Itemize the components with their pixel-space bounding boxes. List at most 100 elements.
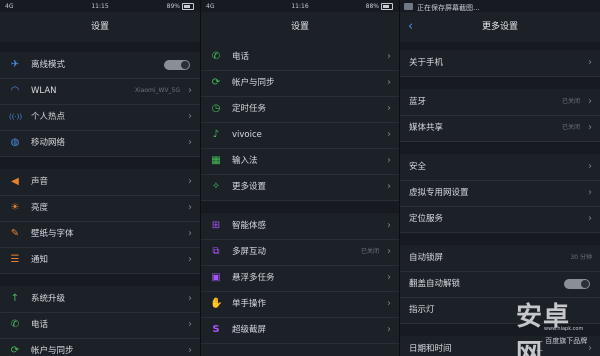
settings-item-phone[interactable]: ✆ 电话 › [201,44,399,71]
settings-item-scheduled-tasks[interactable]: ◷ 定时任务 › [201,96,399,123]
chevron-right-icon: › [387,103,391,114]
item-label: 电话 [31,320,49,330]
chevron-right-icon: › [188,85,192,96]
item-label: 亮度 [31,203,49,213]
settings-item-hotspot[interactable]: ((·)) 个人热点 › [0,104,200,131]
watermark: 安卓网 www.hiapk.com — 百度旗下品牌 — [492,292,596,356]
chevron-right-icon: › [188,202,192,213]
chevron-right-icon: › [188,319,192,330]
settings-item-wallpaper-font[interactable]: ✎ 壁纸与字体 › [0,221,200,248]
status-bar: 4G 11:15 89% [0,0,200,12]
flip-unlock-toggle[interactable] [564,279,590,289]
upgrade-icon: ↑ [10,293,20,304]
chevron-right-icon: › [188,345,192,356]
settings-item-notifications[interactable]: ☰ 通知 › [0,247,200,274]
status-bar: 4G 11:16 88% [201,0,399,12]
chevron-right-icon: › [387,246,391,257]
notification-icon: ☰ [10,254,20,265]
smart-motion-icon: ⊞ [211,220,221,231]
settings-item-account-sync[interactable]: ⟳ 帐户与同步 › [201,70,399,97]
item-label: WLAN [31,86,57,96]
settings-item-vpn[interactable]: 虚拟专用网设置 › [400,180,600,207]
settings-item-account-sync[interactable]: ⟳ 帐户与同步 › [0,338,200,356]
battery-status: 88% [366,3,393,10]
item-label: 单手操作 [232,299,267,309]
chevron-right-icon: › [588,96,592,107]
title-bar: 设置 [0,12,200,42]
airplane-mode-toggle[interactable] [164,60,190,70]
item-label: 多屏互动 [232,247,267,257]
item-label: 输入法 [232,156,258,166]
item-label: 个人热点 [31,112,66,122]
chevron-right-icon: › [588,57,592,68]
settings-item-system-upgrade[interactable]: ↑ 系统升级 › [0,286,200,313]
settings-item-one-hand[interactable]: ✋ 单手操作 › [201,291,399,318]
auto-lock-duration: 30 分钟 [570,254,592,261]
chevron-right-icon: › [188,293,192,304]
speaker-icon: ◀ [11,176,19,187]
item-label: 通知 [31,255,49,265]
settings-item-location[interactable]: 定位服务 › [400,206,600,233]
brightness-icon: ☀ [10,202,20,213]
settings-item-floating-multitask[interactable]: ▣ 悬浮多任务 › [201,265,399,292]
media-sharing-status: 已关闭 [561,124,580,131]
settings-item-vivoice[interactable]: ♪ vivoice › [201,122,399,149]
settings-item-airplane-mode[interactable]: ✈ 离线模式 [0,52,200,79]
settings-item-sound[interactable]: ◀ 声音 › [0,169,200,196]
item-label: 翻盖自动解锁 [409,279,461,289]
settings-item-smart-motion[interactable]: ⊞ 智能体感 › [201,213,399,240]
chevron-right-icon: › [188,254,192,265]
screenshot-icon: S [212,324,220,335]
item-label: 超级截屏 [232,325,267,335]
floating-task-icon: ▣ [211,272,221,283]
item-label: 离线模式 [31,60,66,70]
more-settings-panel: 正在保存屏幕截图... ‹ 更多设置 关于手机 › 蓝牙 已关闭 › 媒体共享 … [400,0,600,356]
item-label: 日期和时间 [409,344,452,354]
globe-icon: ◍ [10,137,20,148]
settings-item-wlan[interactable]: ◠ WLAN Xiaomi_WV_5G › [0,78,200,105]
settings-panel-middle: 4G 11:16 88% 设置 ✆ 电话 › ⟳ 帐户与同步 › ◷ 定时任务 … [201,0,399,356]
item-label: 帐户与同步 [31,346,74,356]
chevron-right-icon: › [188,111,192,122]
item-label: 指示灯 [409,305,435,315]
account-icon: ⟳ [211,77,221,88]
chevron-right-icon: › [588,122,592,133]
image-icon [404,3,413,10]
chevron-right-icon: › [387,181,391,192]
settings-item-phone[interactable]: ✆ 电话 › [0,312,200,339]
settings-item-mobile-network[interactable]: ◍ 移动网络 › [0,130,200,157]
wifi-icon: ◠ [10,85,20,96]
chevron-right-icon: › [588,161,592,172]
wrench-icon: ✧ [211,181,221,192]
item-label: 媒体共享 [409,123,444,133]
chevron-right-icon: › [387,220,391,231]
item-label: 帐户与同步 [232,78,275,88]
settings-item-more-settings[interactable]: ✧ 更多设置 › [201,174,399,201]
settings-item-auto-lock[interactable]: 自动锁屏 30 分钟 [400,245,600,272]
settings-item-security[interactable]: 安全 › [400,154,600,181]
settings-item-about-phone[interactable]: 关于手机 › [400,50,600,77]
chevron-right-icon: › [387,298,391,309]
settings-item-super-screenshot[interactable]: S 超级截屏 › [201,317,399,344]
chevron-right-icon: › [387,129,391,140]
settings-item-brightness[interactable]: ☀ 亮度 › [0,195,200,222]
item-label: 壁纸与字体 [31,229,74,239]
bluetooth-status: 已关闭 [561,98,580,105]
multiscreen-status: 已关闭 [360,248,379,255]
settings-item-multiscreen[interactable]: ⧉ 多屏互动 已关闭 › [201,239,399,266]
page-title: 设置 [290,22,309,32]
item-label: 声音 [31,177,49,187]
item-label: 电话 [232,52,250,62]
phone-icon: ✆ [211,51,221,62]
microphone-icon: ♪ [212,129,220,140]
timer-icon: ◷ [211,103,221,114]
item-label: 系统升级 [31,294,66,304]
item-label: 自动锁屏 [409,253,444,263]
battery-status: 89% [167,3,194,10]
settings-item-bluetooth[interactable]: 蓝牙 已关闭 › [400,89,600,116]
chevron-right-icon: › [387,272,391,283]
item-label: 关于手机 [409,58,444,68]
settings-item-input-method[interactable]: ▦ 输入法 › [201,148,399,175]
settings-item-media-sharing[interactable]: 媒体共享 已关闭 › [400,115,600,142]
chevron-right-icon: › [588,213,592,224]
